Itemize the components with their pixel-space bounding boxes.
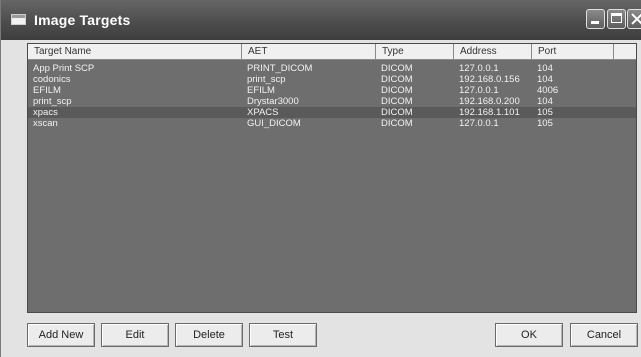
cancel-button[interactable]: Cancel bbox=[570, 323, 638, 347]
table-row[interactable]: xscan GUI_DICOM DICOM 127.0.0.1 105 bbox=[28, 118, 636, 129]
test-button[interactable]: Test bbox=[249, 323, 317, 347]
close-icon[interactable] bbox=[627, 9, 641, 29]
cell-aet: PRINT_DICOM bbox=[247, 63, 313, 74]
cell-type: DICOM bbox=[381, 85, 413, 96]
cell-target-name: codonics bbox=[33, 74, 71, 85]
cell-address: 127.0.0.1 bbox=[459, 63, 499, 74]
minimize-icon[interactable] bbox=[586, 9, 605, 29]
column-header-target-name[interactable]: Target Name bbox=[28, 44, 242, 60]
image-targets-window: Image Targets Target Name AET Type Addre… bbox=[0, 0, 641, 357]
cell-type: DICOM bbox=[381, 63, 413, 74]
cell-port: 4006 bbox=[537, 85, 559, 96]
cell-aet: Drystar3000 bbox=[247, 96, 299, 107]
table-row-selected[interactable]: xpacs XPACS DICOM 192.168.1.101 105 bbox=[28, 107, 636, 118]
window-icon bbox=[11, 14, 26, 25]
cell-aet: GUI_DICOM bbox=[247, 118, 301, 129]
cell-address: 192.168.0.156 bbox=[459, 74, 520, 85]
cell-target-name: EFILM bbox=[33, 85, 61, 96]
cell-aet: print_scp bbox=[247, 74, 286, 85]
add-new-button[interactable]: Add New bbox=[27, 323, 95, 347]
maximize-icon[interactable] bbox=[607, 9, 626, 29]
window-title: Image Targets bbox=[34, 12, 131, 28]
column-header-type[interactable]: Type bbox=[376, 44, 454, 60]
cell-address: 192.168.0.200 bbox=[459, 96, 520, 107]
cell-address: 192.168.1.101 bbox=[459, 107, 520, 118]
cell-port: 104 bbox=[537, 74, 553, 85]
column-header-address[interactable]: Address bbox=[454, 44, 532, 60]
title-bar[interactable]: Image Targets bbox=[1, 0, 641, 40]
ok-button[interactable]: OK bbox=[495, 323, 563, 347]
cell-type: DICOM bbox=[381, 118, 413, 129]
cell-port: 105 bbox=[537, 118, 553, 129]
cell-type: DICOM bbox=[381, 74, 413, 85]
column-header-aet[interactable]: AET bbox=[242, 44, 376, 60]
cell-type: DICOM bbox=[381, 96, 413, 107]
cell-port: 104 bbox=[537, 96, 553, 107]
cell-target-name: xpacs bbox=[33, 107, 58, 118]
column-header-filler bbox=[614, 44, 636, 60]
targets-list[interactable]: Target Name AET Type Address Port App Pr… bbox=[27, 43, 637, 313]
cell-address: 127.0.0.1 bbox=[459, 85, 499, 96]
cell-port: 105 bbox=[537, 107, 553, 118]
table-row[interactable]: App Print SCP PRINT_DICOM DICOM 127.0.0.… bbox=[28, 63, 636, 74]
cell-aet: XPACS bbox=[247, 107, 279, 118]
table-row[interactable]: print_scp Drystar3000 DICOM 192.168.0.20… bbox=[28, 96, 636, 107]
edit-button[interactable]: Edit bbox=[101, 323, 169, 347]
table-row[interactable]: codonics print_scp DICOM 192.168.0.156 1… bbox=[28, 74, 636, 85]
cell-target-name: App Print SCP bbox=[33, 63, 95, 74]
column-header-port[interactable]: Port bbox=[532, 44, 614, 60]
table-row[interactable]: EFILM EFILM DICOM 127.0.0.1 4006 bbox=[28, 85, 636, 96]
column-header-row: Target Name AET Type Address Port bbox=[28, 44, 636, 60]
cell-target-name: xscan bbox=[33, 118, 58, 129]
cell-target-name: print_scp bbox=[33, 96, 72, 107]
delete-button[interactable]: Delete bbox=[175, 323, 243, 347]
cell-address: 127.0.0.1 bbox=[459, 118, 499, 129]
cell-port: 104 bbox=[537, 63, 553, 74]
cell-aet: EFILM bbox=[247, 85, 275, 96]
cell-type: DICOM bbox=[381, 107, 413, 118]
